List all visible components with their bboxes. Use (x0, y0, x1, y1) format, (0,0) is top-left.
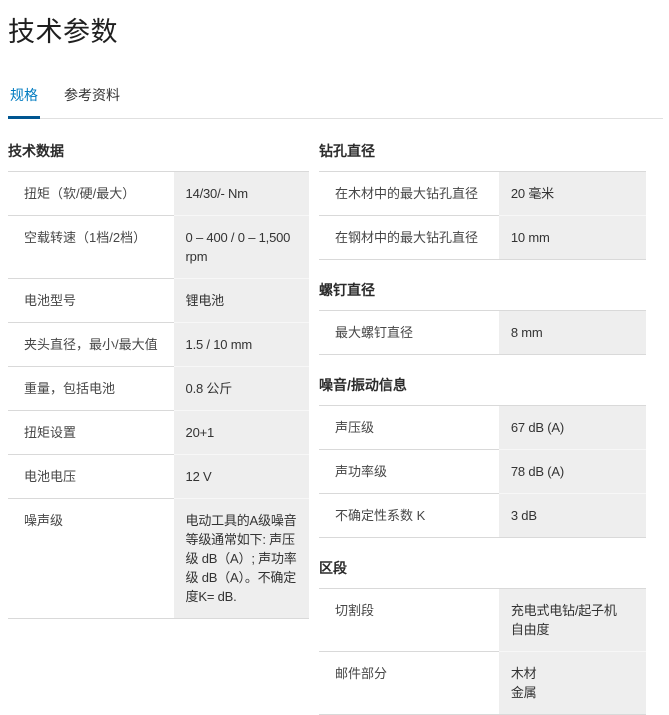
section-title-noise-vibration: 噪音/振动信息 (319, 355, 646, 405)
spec-label: 声功率级 (319, 449, 499, 493)
spec-label: 切割段 (319, 588, 499, 651)
spec-value: 67 dB (A) (499, 405, 646, 449)
table-row: 扭矩（软/硬/最大） 14/30/- Nm (8, 171, 309, 215)
spec-value: 1.5 / 10 mm (174, 322, 309, 366)
section-title-technical-data: 技术数据 (8, 133, 309, 171)
spec-label: 电池型号 (8, 278, 174, 322)
spec-value: 8 mm (499, 310, 646, 354)
table-row: 声功率级 78 dB (A) (319, 449, 646, 493)
spec-label: 在钢材中的最大钻孔直径 (319, 215, 499, 259)
spec-label: 在木材中的最大钻孔直径 (319, 171, 499, 215)
spec-value: 锂电池 (174, 278, 309, 322)
table-screw-diameter: 最大螺钉直径 8 mm (319, 310, 646, 355)
spec-label: 最大螺钉直径 (319, 310, 499, 354)
spec-value: 10 mm (499, 215, 646, 259)
tab-bar: 规格 参考资料 (8, 79, 663, 119)
page-title: 技术参数 (8, 6, 663, 49)
table-row: 扭矩设置 20+1 (8, 410, 309, 454)
spec-value: 20+1 (174, 410, 309, 454)
spec-value: 电动工具的A级噪音等级通常如下: 声压级 dB（A）; 声功率级 dB（A）。不… (174, 498, 309, 618)
table-row: 在钢材中的最大钻孔直径 10 mm (319, 215, 646, 259)
spec-label: 重量，包括电池 (8, 366, 174, 410)
specs-page: 技术参数 规格 参考资料 技术数据 扭矩（软/硬/最大） 14/30/- Nm … (0, 0, 669, 715)
section-title-screw-diameter: 螺钉直径 (319, 260, 646, 310)
spec-value: 充电式电钻/起子机 自由度 (499, 588, 646, 651)
spec-label: 声压级 (319, 405, 499, 449)
spec-value: 0 – 400 / 0 – 1,500 rpm (174, 215, 309, 278)
table-row: 空载转速（1档/2档） 0 – 400 / 0 – 1,500 rpm (8, 215, 309, 278)
spec-value: 木材 金属 (499, 651, 646, 714)
left-column: 技术数据 扭矩（软/硬/最大） 14/30/- Nm 空载转速（1档/2档） 0… (8, 133, 309, 619)
table-row: 声压级 67 dB (A) (319, 405, 646, 449)
spec-label: 电池电压 (8, 454, 174, 498)
table-row: 不确定性系数 K 3 dB (319, 493, 646, 537)
spec-label: 不确定性系数 K (319, 493, 499, 537)
table-technical-data: 扭矩（软/硬/最大） 14/30/- Nm 空载转速（1档/2档） 0 – 40… (8, 171, 309, 619)
table-row: 最大螺钉直径 8 mm (319, 310, 646, 354)
spec-value: 12 V (174, 454, 309, 498)
spec-label: 扭矩设置 (8, 410, 174, 454)
spec-value: 78 dB (A) (499, 449, 646, 493)
table-row: 在木材中的最大钻孔直径 20 毫米 (319, 171, 646, 215)
right-column: 钻孔直径 在木材中的最大钻孔直径 20 毫米 在钢材中的最大钻孔直径 10 mm… (319, 133, 646, 715)
spec-label: 空载转速（1档/2档） (8, 215, 174, 278)
table-noise-vibration: 声压级 67 dB (A) 声功率级 78 dB (A) 不确定性系数 K 3 … (319, 405, 646, 538)
section-title-segments: 区段 (319, 538, 646, 588)
spec-value: 14/30/- Nm (174, 171, 309, 215)
section-title-drilling-diameter: 钻孔直径 (319, 133, 646, 171)
spec-value: 0.8 公斤 (174, 366, 309, 410)
table-row: 切割段 充电式电钻/起子机 自由度 (319, 588, 646, 651)
spec-label: 噪声级 (8, 498, 174, 618)
table-drilling-diameter: 在木材中的最大钻孔直径 20 毫米 在钢材中的最大钻孔直径 10 mm (319, 171, 646, 260)
table-row: 电池型号 锂电池 (8, 278, 309, 322)
table-segments: 切割段 充电式电钻/起子机 自由度 邮件部分 木材 金属 (319, 588, 646, 715)
table-row: 重量，包括电池 0.8 公斤 (8, 366, 309, 410)
spec-value: 20 毫米 (499, 171, 646, 215)
table-row: 电池电压 12 V (8, 454, 309, 498)
spec-label: 夹头直径，最小/最大值 (8, 322, 174, 366)
spec-label: 邮件部分 (319, 651, 499, 714)
spec-value: 3 dB (499, 493, 646, 537)
spec-label: 扭矩（软/硬/最大） (8, 171, 174, 215)
table-row: 噪声级 电动工具的A级噪音等级通常如下: 声压级 dB（A）; 声功率级 dB（… (8, 498, 309, 618)
tab-specifications[interactable]: 规格 (8, 79, 40, 119)
tab-reference[interactable]: 参考资料 (62, 79, 122, 119)
specs-content: 技术数据 扭矩（软/硬/最大） 14/30/- Nm 空载转速（1档/2档） 0… (8, 133, 663, 715)
table-row: 邮件部分 木材 金属 (319, 651, 646, 714)
table-row: 夹头直径，最小/最大值 1.5 / 10 mm (8, 322, 309, 366)
